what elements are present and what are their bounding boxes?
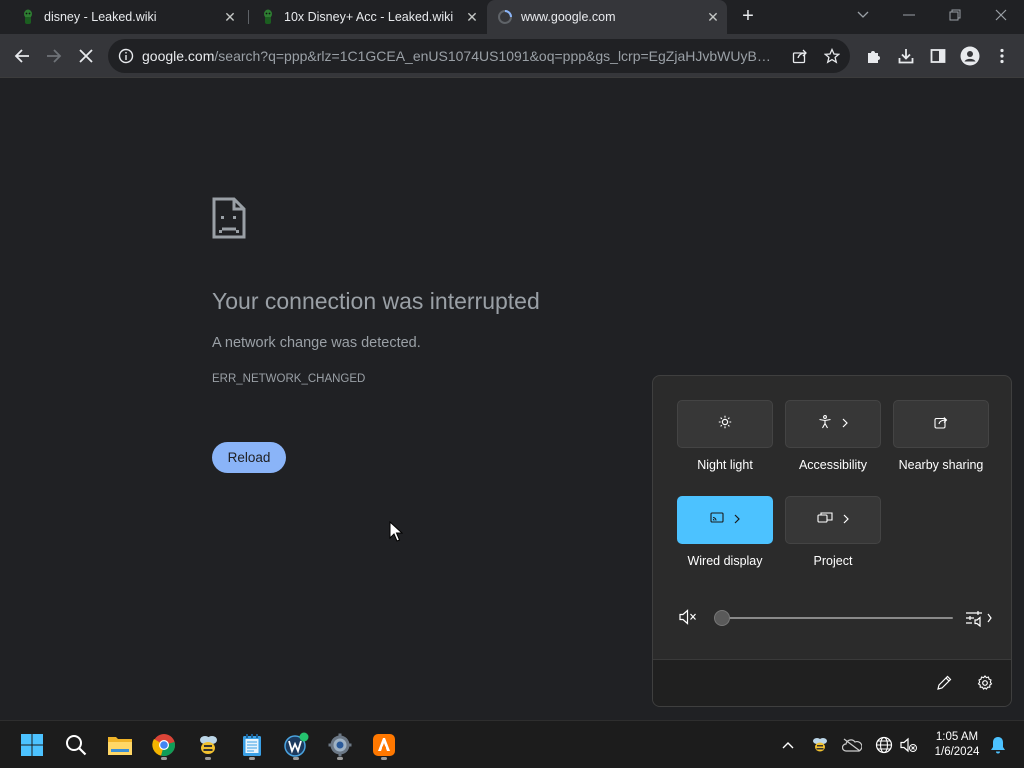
running-indicator: [337, 757, 343, 760]
tile-label: Project: [813, 554, 853, 568]
notepad-icon[interactable]: [236, 729, 268, 761]
error-title: Your connection was interrupted: [212, 288, 540, 314]
tab-title: disney - Leaked.wiki: [44, 10, 157, 24]
profile-avatar-icon[interactable]: [956, 42, 984, 70]
running-indicator: [205, 757, 211, 760]
side-panel-icon[interactable]: [924, 42, 952, 70]
tile-label: Accessibility: [798, 458, 868, 472]
volume-muted-icon[interactable]: [897, 733, 921, 757]
extensions-icon[interactable]: [860, 42, 888, 70]
chevron-right-icon: [843, 511, 849, 529]
edit-pencil-icon[interactable]: [936, 675, 952, 696]
forward-icon[interactable]: [40, 42, 68, 70]
tile-label: Wired display: [687, 554, 763, 568]
tab-disney-acc-leaked[interactable]: 10x Disney+ Acc - Leaked.wiki ✕: [240, 0, 486, 34]
chevron-right-icon: [842, 415, 848, 433]
clock-time: 1:05 AM: [935, 731, 979, 743]
address-bar[interactable]: google.com/search?q=ppp&rlz=1C1GCEA_enUS…: [108, 39, 850, 73]
tile-label: Nearby sharing: [898, 458, 984, 472]
file-explorer-icon[interactable]: [104, 729, 136, 761]
tab-search-icon[interactable]: [840, 0, 886, 30]
clock-date: 1/6/2024: [934, 746, 980, 758]
share-page-icon[interactable]: [792, 48, 808, 69]
settings-icon[interactable]: [324, 729, 356, 761]
onedrive-offline-icon[interactable]: [840, 733, 864, 757]
tab-title: 10x Disney+ Acc - Leaked.wiki: [284, 10, 454, 24]
tile-label: Night light: [697, 458, 753, 472]
sad-page-icon: [212, 197, 246, 239]
project-tile[interactable]: [785, 496, 881, 544]
quick-settings-footer: [653, 659, 1011, 706]
bee-tray-icon[interactable]: [808, 733, 832, 757]
site-info-icon[interactable]: [118, 48, 134, 69]
bookmark-star-icon[interactable]: [823, 47, 841, 69]
back-icon[interactable]: [8, 42, 36, 70]
close-tab-icon[interactable]: ✕: [464, 9, 480, 25]
tab-strip: disney - Leaked.wiki ✕ 10x Disney+ Acc -…: [0, 0, 1024, 34]
leaked-wiki-favicon-icon: [20, 9, 36, 25]
notification-bell-icon[interactable]: [986, 733, 1010, 757]
audio-output-icon[interactable]: [965, 609, 993, 632]
close-tab-icon[interactable]: ✕: [705, 9, 721, 25]
browser-toolbar: google.com/search?q=ppp&rlz=1C1GCEA_enUS…: [0, 34, 1024, 78]
chrome-icon[interactable]: [148, 729, 180, 761]
url-text: google.com/search?q=ppp&rlz=1C1GCEA_enUS…: [142, 48, 778, 64]
restore-icon[interactable]: [932, 0, 978, 30]
running-indicator: [161, 757, 167, 760]
volume-slider-track[interactable]: [721, 617, 953, 619]
screen: disney - Leaked.wiki ✕ 10x Disney+ Acc -…: [0, 0, 1024, 768]
download-icon[interactable]: [892, 42, 920, 70]
url-host: google.com: [142, 48, 215, 64]
brightness-icon: [718, 415, 732, 434]
tab-title: www.google.com: [521, 10, 616, 24]
avast-icon[interactable]: [368, 729, 400, 761]
running-indicator: [249, 757, 255, 760]
new-tab-button[interactable]: +: [736, 5, 760, 29]
quick-settings-panel: Night light Accessibility Nearby sharing: [652, 375, 1012, 707]
tab-google-active[interactable]: www.google.com ✕: [487, 0, 727, 34]
speaker-muted-icon[interactable]: [679, 609, 697, 630]
accessibility-tile[interactable]: [785, 400, 881, 448]
running-indicator: [381, 757, 387, 760]
search-icon[interactable]: [60, 729, 92, 761]
accessibility-icon: [818, 414, 832, 434]
system-clock[interactable]: 1:05 AM 1/6/2024: [924, 730, 990, 760]
network-globe-icon[interactable]: [872, 733, 896, 757]
close-window-icon[interactable]: [978, 0, 1024, 30]
minimize-icon[interactable]: [886, 0, 932, 30]
reload-button[interactable]: Reload: [212, 442, 286, 473]
night-light-tile[interactable]: [677, 400, 773, 448]
wing-app-icon[interactable]: [280, 729, 312, 761]
running-indicator: [293, 757, 299, 760]
tab-disney-leaked[interactable]: disney - Leaked.wiki ✕: [0, 0, 244, 34]
settings-gear-icon[interactable]: [977, 675, 993, 696]
wired-display-tile[interactable]: [677, 496, 773, 544]
url-path: /search?q=ppp&rlz=1C1GCEA_enUS1074US1091…: [214, 48, 778, 64]
stop-loading-icon[interactable]: [72, 42, 100, 70]
error-description: A network change was detected.: [212, 335, 421, 351]
taskbar: 1:05 AM 1/6/2024: [0, 720, 1024, 768]
leaked-wiki-favicon-icon: [260, 9, 276, 25]
chevron-right-icon: [734, 511, 740, 529]
error-code: ERR_NETWORK_CHANGED: [212, 373, 366, 385]
start-icon[interactable]: [16, 729, 48, 761]
loading-spinner-icon: [497, 9, 513, 25]
volume-row: [653, 598, 1011, 638]
volume-slider-thumb[interactable]: [714, 610, 730, 626]
close-tab-icon[interactable]: ✕: [222, 9, 238, 25]
project-icon: [817, 511, 833, 529]
mouse-pointer-icon: [389, 520, 404, 542]
menu-kebab-icon[interactable]: [988, 42, 1016, 70]
share-icon: [934, 415, 948, 434]
cast-icon: [710, 511, 724, 529]
show-hidden-icons-chevron-icon[interactable]: [776, 733, 800, 757]
bee-app-icon[interactable]: [192, 729, 224, 761]
nearby-sharing-tile[interactable]: [893, 400, 989, 448]
